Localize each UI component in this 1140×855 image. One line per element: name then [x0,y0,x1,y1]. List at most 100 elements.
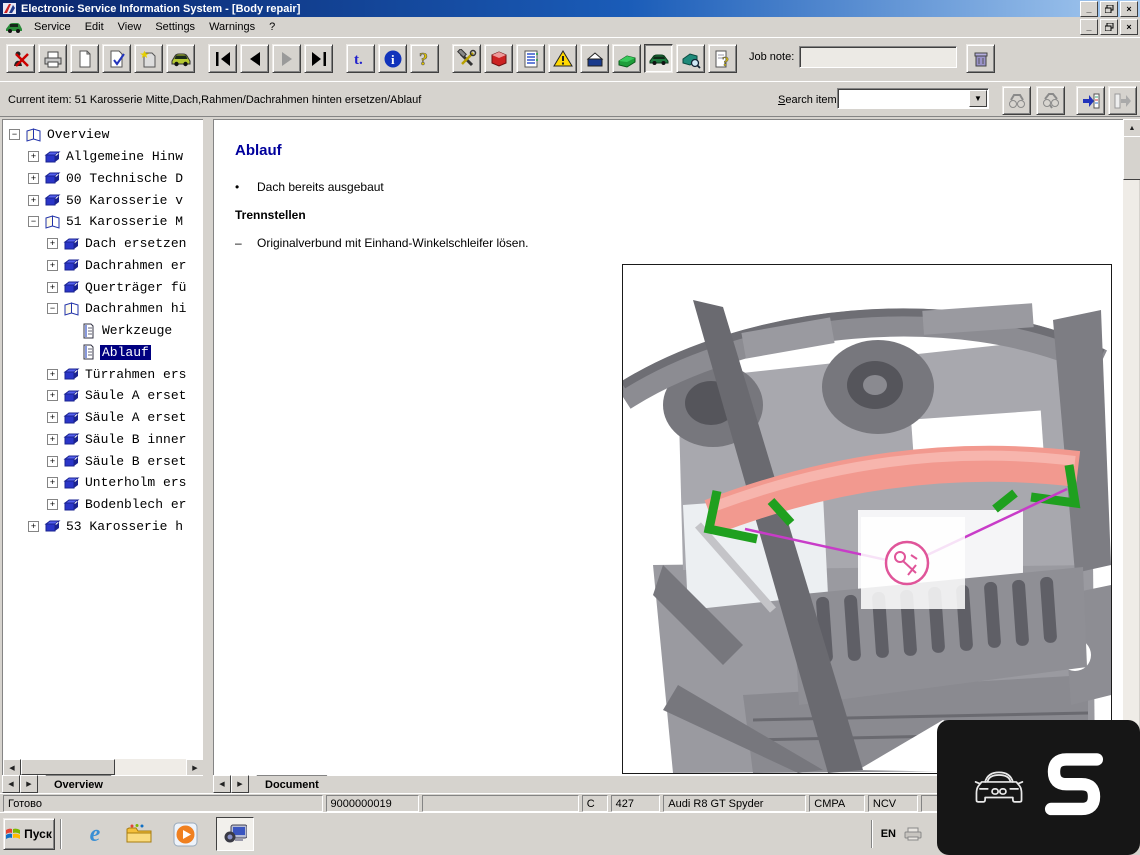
tree-item[interactable]: Ablauf [3,342,204,364]
close-button[interactable]: × [1120,1,1138,17]
collapse-icon[interactable]: − [28,216,39,227]
tree-item[interactable]: + Bodenblech er [3,494,204,516]
workshop-tools-button[interactable] [452,44,481,73]
menu-service[interactable]: Service [27,19,78,35]
tree-item[interactable]: +Dach ersetzen [3,233,204,255]
tree-item-label[interactable]: Ablauf [100,345,151,360]
document-vertical-scrollbar[interactable]: ▲ ▼ [1123,119,1139,774]
new-note-button[interactable] [134,44,163,73]
jump-to-tree-button[interactable] [1076,86,1105,115]
warnings-button[interactable] [548,44,577,73]
tree-item-label[interactable]: Dachrahmen er [83,258,188,273]
tree-item[interactable]: + Säule B erset [3,450,204,472]
tree-item-label[interactable]: Unterholm ers [83,475,188,490]
tree-item[interactable]: +Unterholm ers [3,472,204,494]
tab-scroll-right-icon[interactable]: ▶ [20,775,38,793]
tree-item-label[interactable]: Säule B inner [83,432,188,447]
menu-view[interactable]: View [111,19,149,35]
tab-overview[interactable]: Overview [38,775,119,793]
tree-item[interactable]: + Dachrahmen er [3,255,204,277]
tree-item-label[interactable]: 50 Karosserie v [64,193,185,208]
expand-icon[interactable]: + [28,173,39,184]
tree-item[interactable]: −Overview [3,124,204,146]
minimize-button[interactable]: _ [1080,1,1098,17]
child-restore-button[interactable] [1100,19,1118,35]
parts-box-button[interactable] [580,44,609,73]
tab-scroll-left-icon[interactable]: ◀ [213,775,231,793]
tree-item[interactable]: −51 Karosserie M [3,211,204,233]
scroll-left-icon[interactable]: ◀ [3,759,21,776]
tree-item-label[interactable]: Säule B erset [83,454,188,469]
new-document-button[interactable] [70,44,99,73]
tree-item[interactable]: −Dachrahmen hi [3,298,204,320]
tree-item[interactable]: + Säule A erset [3,407,204,429]
tree-item-label[interactable]: Werkzeuge [100,323,174,338]
tab-document[interactable]: Document [249,775,335,793]
tree-item-label[interactable]: Türrahmen ers [83,367,188,382]
language-indicator[interactable]: EN [881,828,896,840]
scroll-up-icon[interactable]: ▲ [1123,119,1140,137]
tree-item[interactable]: + Säule B inner [3,429,204,451]
tree-item[interactable]: + Türrahmen ers [3,363,204,385]
tree-item[interactable]: + Säule A erset [3,385,204,407]
expand-icon[interactable]: + [47,369,58,380]
tree-item[interactable]: +Querträger fü [3,276,204,298]
tree-item[interactable]: +50 Karosserie v [3,189,204,211]
internet-explorer-icon[interactable]: e [82,821,108,847]
expand-icon[interactable]: + [47,282,58,293]
scrollbar-thumb[interactable] [1123,136,1140,180]
nav-first-button[interactable] [208,44,237,73]
expand-icon[interactable]: + [47,260,58,271]
document-help-button[interactable]: ? [708,44,737,73]
expand-icon[interactable]: + [28,195,39,206]
tree-item-label[interactable]: 53 Karosserie h [64,519,185,534]
expand-icon[interactable]: + [47,390,58,401]
nav-last-button[interactable] [304,44,333,73]
search-item-combobox[interactable]: ▼ [837,88,989,109]
tree-item-label[interactable]: Bodenblech er [83,497,188,512]
menu-settings[interactable]: Settings [148,19,202,35]
expand-icon[interactable]: + [47,499,58,510]
job-note-archive-button[interactable] [966,44,995,73]
media-player-icon[interactable] [172,821,198,847]
start-button[interactable]: Пуск [3,818,55,850]
print-button[interactable] [38,44,67,73]
tree-item-label[interactable]: Säule A erset [83,410,188,425]
red-manual-button[interactable] [484,44,513,73]
menu-help[interactable]: ? [262,19,282,35]
expand-icon[interactable]: + [47,456,58,467]
expand-icon[interactable]: + [47,434,58,445]
document-list-button[interactable] [516,44,545,73]
tree-item-label[interactable]: Säule A erset [83,388,188,403]
expand-icon[interactable]: + [47,238,58,249]
info-button[interactable]: i [378,44,407,73]
term-link-button[interactable]: t. [346,44,375,73]
expand-icon[interactable]: + [28,151,39,162]
tree-item[interactable]: Werkzeuge [3,320,204,342]
tree-item-label[interactable]: 00 Technische D [64,171,185,186]
green-vehicle-button[interactable] [644,44,673,73]
job-note-input[interactable] [799,46,957,68]
tree-item[interactable]: +53 Karosserie h [3,516,204,538]
help-button[interactable]: ? [410,44,439,73]
tab-scroll-right-icon[interactable]: ▶ [231,775,249,793]
scroll-right-icon[interactable]: ▶ [186,759,204,776]
manual-search-button[interactable] [676,44,705,73]
file-explorer-icon[interactable] [126,821,152,847]
child-minimize-button[interactable]: _ [1080,19,1098,35]
scrollbar-thumb[interactable] [21,759,115,775]
tab-scroll-left-icon[interactable]: ◀ [2,775,20,793]
collapse-icon[interactable]: − [9,129,20,140]
child-close-button[interactable]: × [1120,19,1138,35]
edit-document-button[interactable] [102,44,131,73]
vehicle-button[interactable] [166,44,195,73]
expand-icon[interactable]: + [47,412,58,423]
tree-item-label[interactable]: Allgemeine Hinw [64,149,185,164]
collapse-icon[interactable]: − [47,303,58,314]
tree-horizontal-scrollbar[interactable]: ◀ ▶ [3,759,204,775]
expand-icon[interactable]: + [28,521,39,532]
tray-printer-icon[interactable] [904,827,922,841]
combobox-dropdown-arrow-icon[interactable]: ▼ [969,90,987,107]
exit-button[interactable] [6,44,35,73]
restore-button[interactable] [1100,1,1118,17]
